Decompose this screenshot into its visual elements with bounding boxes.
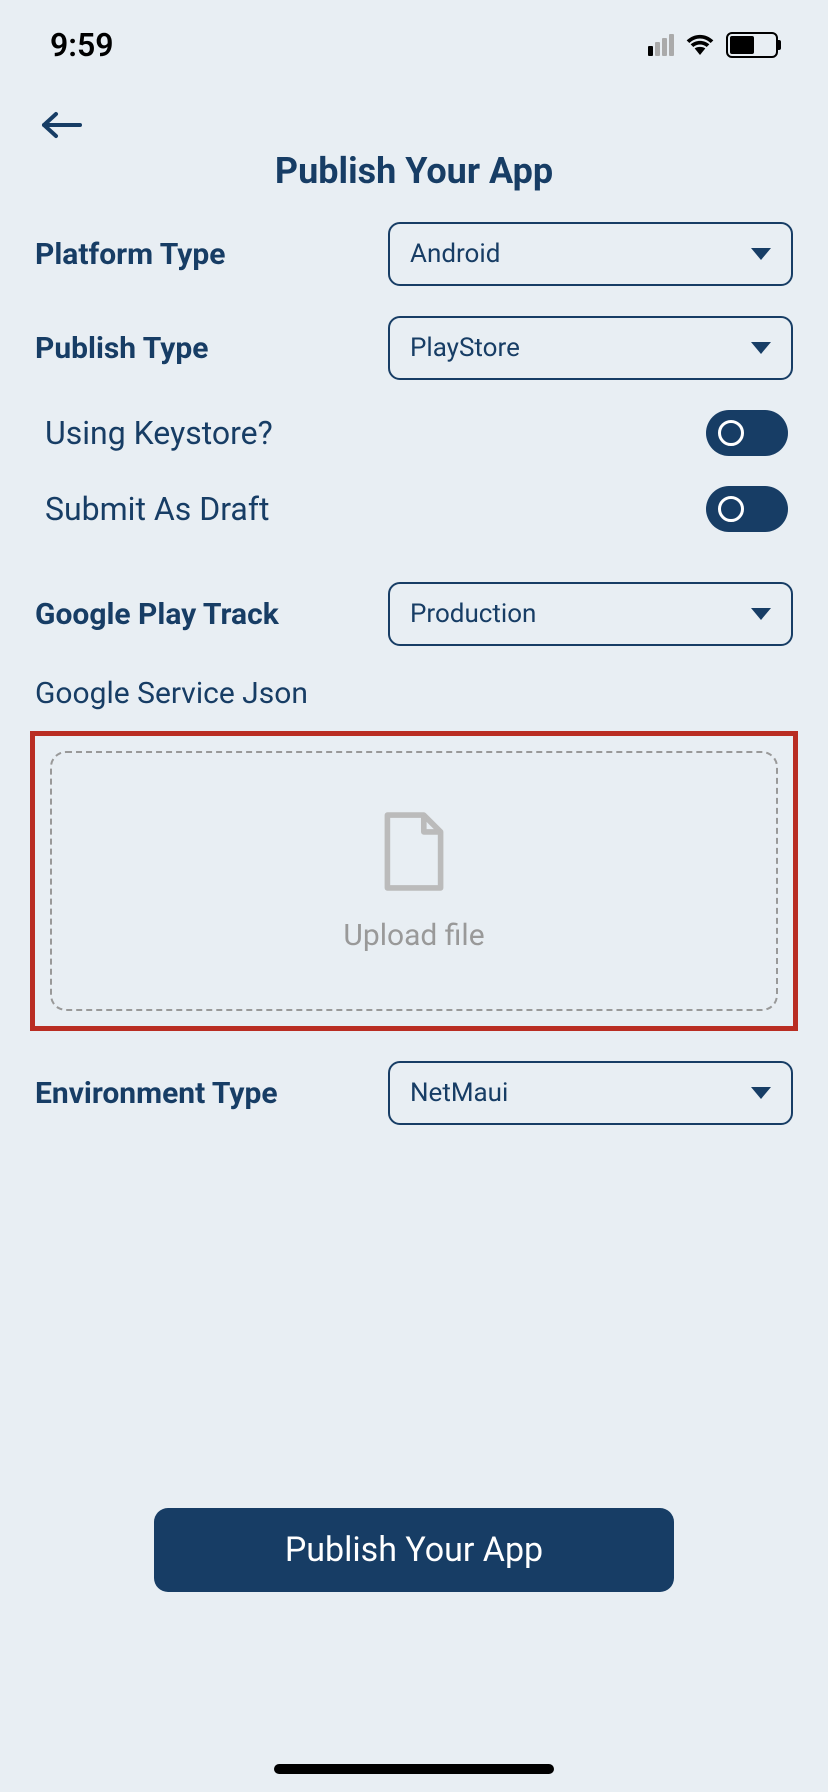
chevron-down-icon [751,608,771,620]
status-time: 9:59 [50,26,114,64]
form-container-2: Environment Type NetMaui [0,1061,828,1125]
wifi-icon [684,31,716,59]
submit-as-draft-toggle[interactable] [706,486,788,532]
google-play-track-label: Google Play Track [35,597,279,632]
environment-type-row: Environment Type NetMaui [35,1061,793,1125]
google-play-track-dropdown[interactable]: Production [388,582,793,646]
using-keystore-row: Using Keystore? [35,410,793,456]
chevron-down-icon [751,1087,771,1099]
chevron-down-icon [751,248,771,260]
status-icons [648,31,778,59]
battery-icon [726,32,778,58]
platform-type-label: Platform Type [35,237,225,272]
page-title: Publish Your App [0,150,828,192]
google-play-track-value: Production [410,599,536,629]
home-indicator[interactable] [274,1764,554,1774]
publish-type-dropdown[interactable]: PlayStore [388,316,793,380]
publish-app-button[interactable]: Publish Your App [154,1508,674,1592]
platform-type-row: Platform Type Android [35,222,793,286]
chevron-down-icon [751,342,771,354]
upload-highlight-box: Upload file [30,731,798,1031]
status-bar: 9:59 [0,0,828,80]
signal-icon [648,34,674,56]
publish-type-row: Publish Type PlayStore [35,316,793,380]
publish-type-value: PlayStore [410,333,520,363]
back-button[interactable] [40,110,84,140]
google-play-track-row: Google Play Track Production [35,582,793,646]
toggle-circle [718,496,744,522]
using-keystore-label: Using Keystore? [45,414,273,452]
upload-file-area[interactable]: Upload file [50,751,778,1011]
submit-as-draft-label: Submit As Draft [45,490,269,528]
submit-as-draft-row: Submit As Draft [35,486,793,532]
file-icon [379,809,449,898]
back-button-container [0,80,828,150]
upload-file-text: Upload file [343,918,484,953]
form-container: Platform Type Android Publish Type PlayS… [0,222,828,711]
environment-type-label: Environment Type [35,1076,278,1111]
google-service-json-label: Google Service Json [35,676,793,711]
platform-type-dropdown[interactable]: Android [388,222,793,286]
platform-type-value: Android [410,239,500,269]
environment-type-dropdown[interactable]: NetMaui [388,1061,793,1125]
environment-type-value: NetMaui [410,1078,508,1108]
publish-type-label: Publish Type [35,331,208,366]
toggle-circle [718,420,744,446]
using-keystore-toggle[interactable] [706,410,788,456]
